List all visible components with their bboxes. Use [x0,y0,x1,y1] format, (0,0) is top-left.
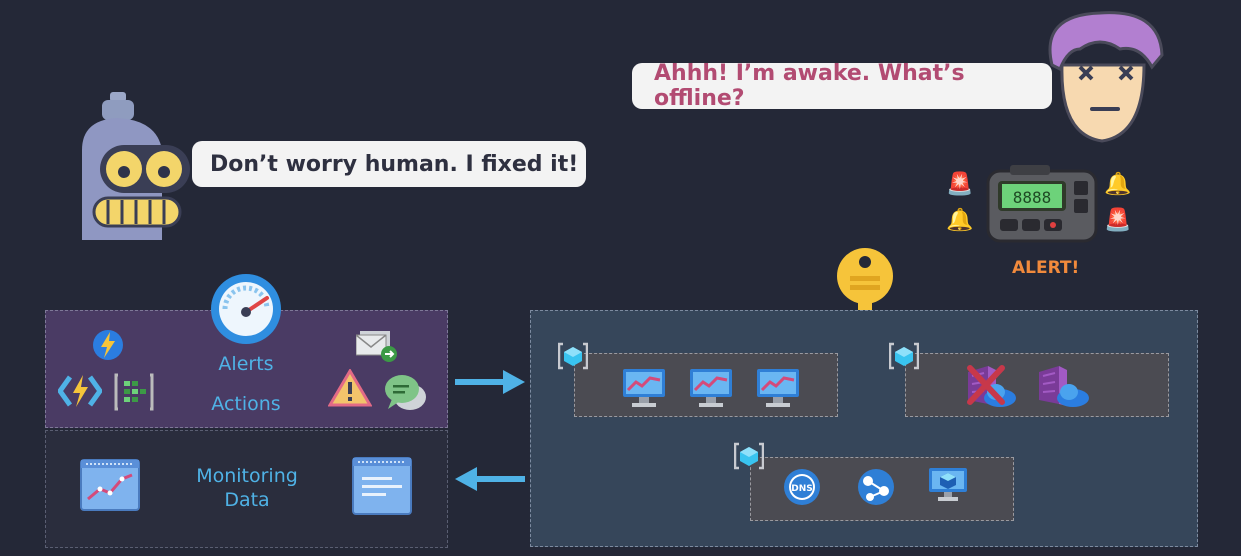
human-speech-bubble: Ahhh! I’m awake. What’s offline? [632,61,1052,111]
alarm-icon: 🔔 [1104,172,1132,197]
vm-icon [929,468,967,501]
container-registry-icon [967,365,1016,407]
automation-icon [93,330,123,360]
arrow-right-icon [455,370,525,394]
azure-resources-panel [530,310,1198,547]
robot-icon [82,92,190,240]
alerts-label: Alerts [218,353,274,375]
monitoring-label: Monitoring [196,465,298,487]
function-app-icon [58,375,102,407]
data-label: Data [224,489,270,511]
human-speech-text: Ahhh! I’m awake. What’s offline? [654,61,965,111]
alert-label: ALERT! [1012,258,1080,278]
chat-icon [385,375,426,410]
monitor-vm-icon [623,369,665,407]
resource-group-icon [558,342,588,370]
alarm-icon: 🚨 [946,172,974,197]
alarm-icon: 🔔 [946,208,974,233]
alarm-icon: 🚨 [1104,208,1132,233]
arrow-left-icon [455,467,525,491]
robot-speech-text: Don’t worry human. I fixed it! [210,151,579,177]
gauge-icon [211,274,281,344]
warning-icon [328,369,372,407]
resource-group-icon [889,342,919,370]
pager-display: 8888 [1013,188,1052,207]
pager-icon: 8888 [986,165,1098,243]
network-icon [858,469,894,505]
container-registry-icon [1039,366,1089,407]
robot-speech-bubble: Don’t worry human. I fixed it! [192,141,586,187]
dns-label: DNS [791,484,813,494]
monitoring-data-panel: Monitoring Data [45,430,448,548]
metrics-chart-icon [80,459,140,511]
log-analytics-icon [114,373,154,411]
resource-group-icon [734,442,764,470]
email-action-icon [356,331,397,362]
dns-icon: DNS [784,469,820,505]
monitor-vm-icon [690,369,732,407]
logs-document-icon [352,457,412,515]
human-face-icon [1048,11,1164,143]
actions-label: Actions [211,393,281,415]
monitor-vm-icon [757,369,799,407]
